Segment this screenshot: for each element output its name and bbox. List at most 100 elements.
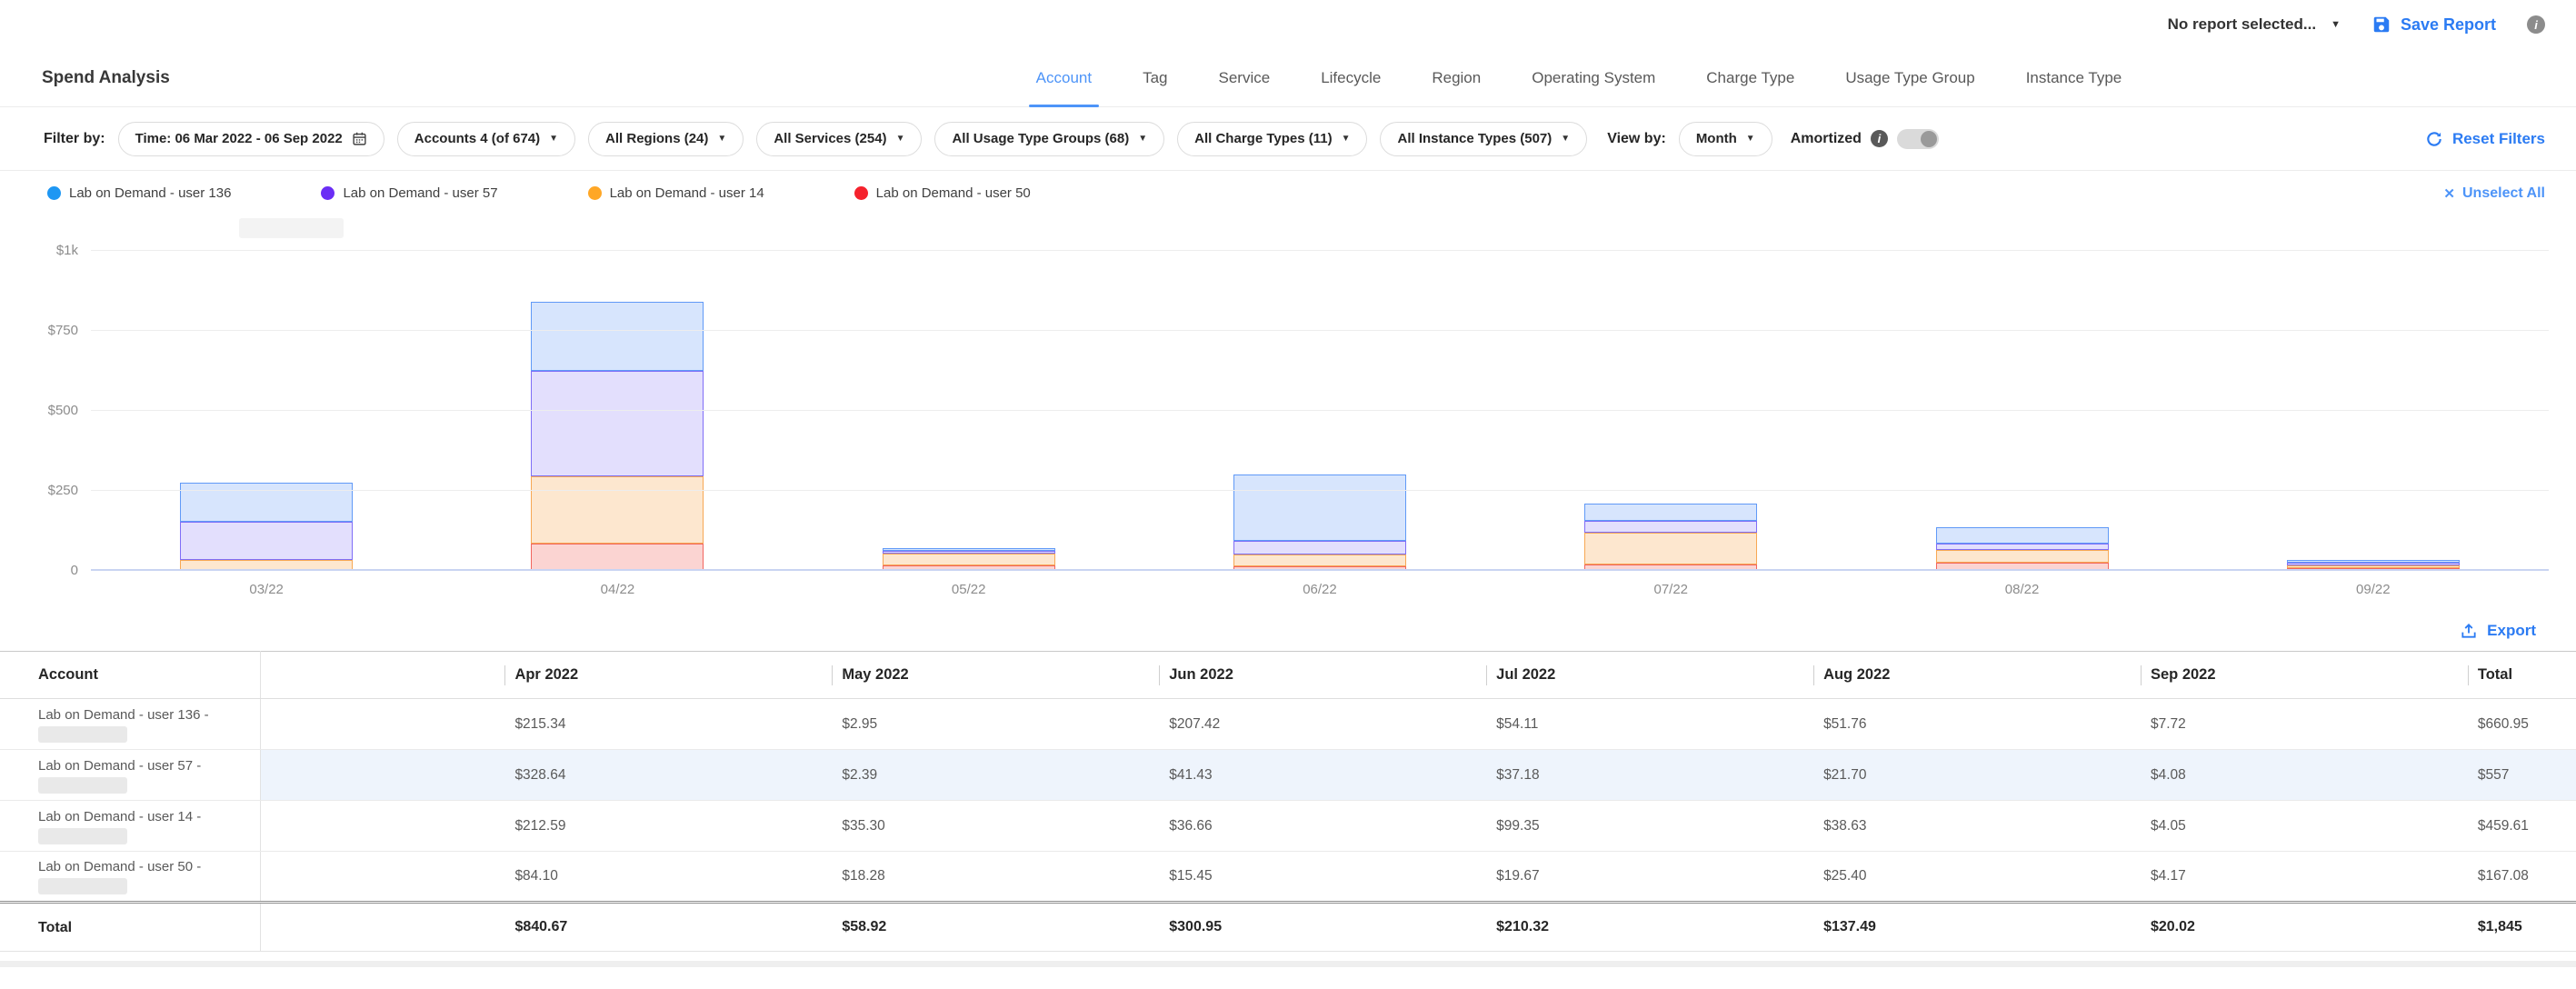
page-title: Spend Analysis [42, 68, 170, 88]
account-name: Lab on Demand - user 136 - [38, 706, 260, 724]
amortized-label: Amortized [1791, 131, 1862, 147]
table-row: Lab on Demand - user 57 -$328.64$2.39$41… [0, 750, 2576, 801]
value-cell: $41.43 [1159, 750, 1486, 801]
filter-label-all-charge-types-11: All Charge Types (11) [1194, 131, 1332, 146]
save-icon [2371, 15, 2391, 35]
table-row: Lab on Demand - user 14 - $212.59$35.30 $3… [0, 801, 2576, 852]
filter-all-charge-types-11[interactable]: All Charge Types (11)▼ [1177, 122, 1367, 156]
bar-segment-lab-on-demand-user-14 [531, 476, 704, 544]
bar-segment-lab-on-demand-user-14 [883, 554, 1055, 564]
table-body: Lab on Demand - user 136 -$215.34$2.95$2… [0, 699, 2576, 952]
export-button[interactable]: Export [2460, 622, 2536, 640]
chart-slot-07-22 [1495, 251, 1846, 571]
legend-dot [854, 186, 868, 200]
table-row: Lab on Demand - user 136 -$215.34$2.95$2… [0, 699, 2576, 750]
y-axis-label: $750 [0, 323, 78, 338]
legend-dot [321, 186, 334, 200]
legend-label: Lab on Demand - user 14 [610, 185, 764, 201]
x-axis-label: 03/22 [91, 582, 442, 597]
bar-group-04-22[interactable] [531, 302, 704, 571]
filter-all-usage-type-groups-68[interactable]: All Usage Type Groups (68)▼ [934, 122, 1164, 156]
legend-item-lab-on-demand-user-57[interactable]: Lab on Demand - user 57 [321, 185, 505, 201]
reset-filters-button[interactable]: Reset Filters [2425, 130, 2545, 148]
caret-down-icon: ▼ [1561, 135, 1570, 144]
bar-group-05-22[interactable] [883, 548, 1055, 571]
gridline [91, 410, 2549, 411]
filter-accounts-4-of-674[interactable]: Accounts 4 (of 674)▼ [397, 122, 575, 156]
value-cell: $4.17 [2141, 852, 2468, 903]
caret-down-icon: ▼ [896, 135, 905, 144]
header-spacer [260, 652, 504, 699]
report-selector-button[interactable]: No report selected... ▼ [2168, 15, 2341, 34]
tab-lifecycle[interactable]: Lifecycle [1321, 49, 1381, 106]
bar-segment-lab-on-demand-user-57 [1233, 541, 1406, 554]
gridline [91, 490, 2549, 491]
bar-segment-lab-on-demand-user-14 [1584, 533, 1757, 564]
header-total: Total [2468, 652, 2576, 699]
unselect-all-label: Unselect All [2462, 185, 2545, 202]
spend-chart: 03/2204/2205/2206/2207/2208/2209/22 $1k$… [0, 227, 2549, 602]
value-cell: $4.05 [2141, 801, 2468, 852]
view-by-dropdown[interactable]: Month ▼ [1679, 122, 1772, 156]
filter-label-all-usage-type-groups-68: All Usage Type Groups (68) [952, 131, 1129, 146]
filter-dropdowns: Accounts 4 (of 674)▼ All Regions (24)▼ All… [397, 122, 1587, 156]
value-cell: $212.59 [504, 801, 832, 852]
x-axis: 03/2204/2205/2206/2207/2208/2209/22 [91, 582, 2549, 597]
bar-segment-lab-on-demand-user-14 [1233, 554, 1406, 566]
tab-operating-system[interactable]: Operating System [1532, 49, 1655, 106]
info-icon[interactable]: i [2527, 15, 2545, 34]
account-name: Lab on Demand - user 14 - [38, 808, 260, 825]
total-label-cell: Total [0, 903, 260, 952]
filter-all-regions-24[interactable]: All Regions (24)▼ [588, 122, 744, 156]
value-cell: $25.40 [1813, 852, 2141, 903]
bar-group-07-22[interactable] [1584, 504, 1757, 571]
filter-all-services-254[interactable]: All Services (254)▼ [756, 122, 922, 156]
tab-usage-type-group[interactable]: Usage Type Group [1845, 49, 1974, 106]
legend-item-lab-on-demand-user-136[interactable]: Lab on Demand - user 136 [47, 185, 239, 201]
legend-dot [588, 186, 602, 200]
total-value-cell: $137.49 [1813, 903, 2141, 952]
legend-item-lab-on-demand-user-14[interactable]: Lab on Demand - user 14 [588, 185, 773, 201]
account-cell: Lab on Demand - user 136 - [0, 699, 260, 750]
tab-region[interactable]: Region [1432, 49, 1481, 106]
account-cell: Lab on Demand - user 57 - [0, 750, 260, 801]
spacer-cell [260, 750, 504, 801]
legend-label: Lab on Demand - user 57 [343, 185, 497, 201]
value-cell: $37.18 [1486, 750, 1813, 801]
bar-group-03-22[interactable] [180, 483, 353, 571]
total-value-cell: $20.02 [2141, 903, 2468, 952]
value-cell: $459.61 [2468, 801, 2576, 852]
filter-all-instance-types-507[interactable]: All Instance Types (507)▼ [1380, 122, 1587, 156]
report-selector-label: No report selected... [2168, 15, 2316, 34]
bar-segment-lab-on-demand-user-50 [531, 544, 704, 571]
tab-tag[interactable]: Tag [1143, 49, 1167, 106]
export-icon [2460, 622, 2478, 640]
x-axis-label: 08/22 [1846, 582, 2197, 597]
save-report-button[interactable]: Save Report [2371, 15, 2496, 35]
tab-service[interactable]: Service [1219, 49, 1271, 106]
bar-segment-lab-on-demand-user-57 [1584, 521, 1757, 533]
account-cell: Lab on Demand - user 14 - [0, 801, 260, 852]
y-axis-label: 0 [0, 563, 78, 578]
close-icon: ✕ [2443, 185, 2455, 202]
value-cell: $35.30 [832, 801, 1159, 852]
value-cell: $167.08 [2468, 852, 2576, 903]
view-by-value: Month [1696, 131, 1737, 146]
tab-account[interactable]: Account [1036, 49, 1092, 106]
header-apr-2022: Apr 2022 [504, 652, 832, 699]
tab-charge-type[interactable]: Charge Type [1706, 49, 1794, 106]
tab-instance-type[interactable]: Instance Type [2026, 49, 2122, 106]
amortized-toggle[interactable] [1897, 129, 1939, 149]
value-cell: $4.08 [2141, 750, 2468, 801]
chart-legend: Lab on Demand - user 136 Lab on Demand - … [47, 185, 1039, 201]
bar-group-08-22[interactable] [1936, 527, 2109, 571]
unselect-all-button[interactable]: ✕ Unselect All [2443, 185, 2545, 202]
time-filter-button[interactable]: Time: 06 Mar 2022 - 06 Sep 2022 [118, 122, 384, 156]
bar-group-06-22[interactable] [1233, 475, 1406, 571]
legend-item-lab-on-demand-user-50[interactable]: Lab on Demand - user 50 [854, 185, 1039, 201]
value-cell: $38.63 [1813, 801, 2141, 852]
chart-slot-06-22 [1144, 251, 1495, 571]
footer-strip [0, 961, 2576, 967]
amortized-info-icon[interactable]: i [1871, 130, 1888, 147]
title-row: Spend Analysis Account Tag Service Lifecycl… [0, 49, 2576, 107]
